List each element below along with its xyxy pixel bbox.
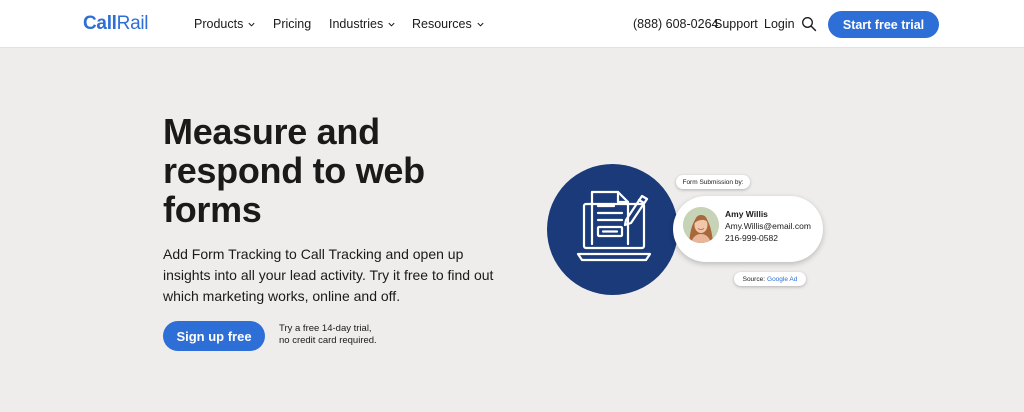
form-submission-label: Form Submission by:	[676, 175, 750, 189]
contact-avatar	[683, 207, 719, 243]
nav-resources-label: Resources	[412, 17, 472, 31]
contact-name: Amy Willis	[725, 209, 768, 219]
nav-resources[interactable]: Resources	[412, 17, 485, 31]
web-form-icon	[576, 190, 652, 262]
trial-note: Try a free 14-day trial, no credit card …	[279, 323, 399, 347]
nav-industries[interactable]: Industries	[329, 17, 396, 31]
site-header: CallRail Products Pricing Industries Res…	[0, 0, 1024, 48]
nav-pricing[interactable]: Pricing	[273, 17, 311, 31]
sign-up-free-button[interactable]: Sign up free	[163, 321, 265, 351]
hero-description: Add Form Tracking to Call Tracking and o…	[163, 246, 494, 304]
hero-title: Measure and respond to web forms	[163, 111, 425, 230]
callrail-logo[interactable]: CallRail	[83, 13, 148, 35]
source-label: Source: Google Ad	[734, 272, 806, 286]
contact-card: Amy Willis Amy.Willis@email.com 216-999-…	[673, 196, 823, 262]
search-icon[interactable]	[801, 16, 817, 32]
login-link[interactable]: Login	[764, 17, 795, 31]
trial-note-line-1: Try a free 14-day trial,	[279, 323, 372, 334]
chevron-down-icon	[477, 22, 484, 27]
nav-products-label: Products	[194, 17, 244, 31]
chevron-down-icon	[388, 22, 395, 27]
nav-products[interactable]: Products	[194, 17, 256, 31]
person-photo-icon	[683, 207, 719, 243]
chevron-down-icon	[248, 22, 255, 27]
support-link[interactable]: Support	[714, 17, 758, 31]
contact-email: Amy.Willis@email.com	[725, 221, 811, 231]
nav-pricing-label: Pricing	[273, 17, 312, 31]
source-value: Google Ad	[767, 275, 798, 283]
contact-phone: 216-999-0582	[725, 233, 778, 243]
source-label-text: Source:	[742, 275, 766, 283]
start-free-trial-button[interactable]: Start free trial	[828, 11, 939, 38]
trial-note-line-2: no credit card required.	[279, 335, 377, 346]
phone-link[interactable]: (888) 608-0264	[633, 17, 718, 31]
nav-industries-label: Industries	[329, 17, 384, 31]
